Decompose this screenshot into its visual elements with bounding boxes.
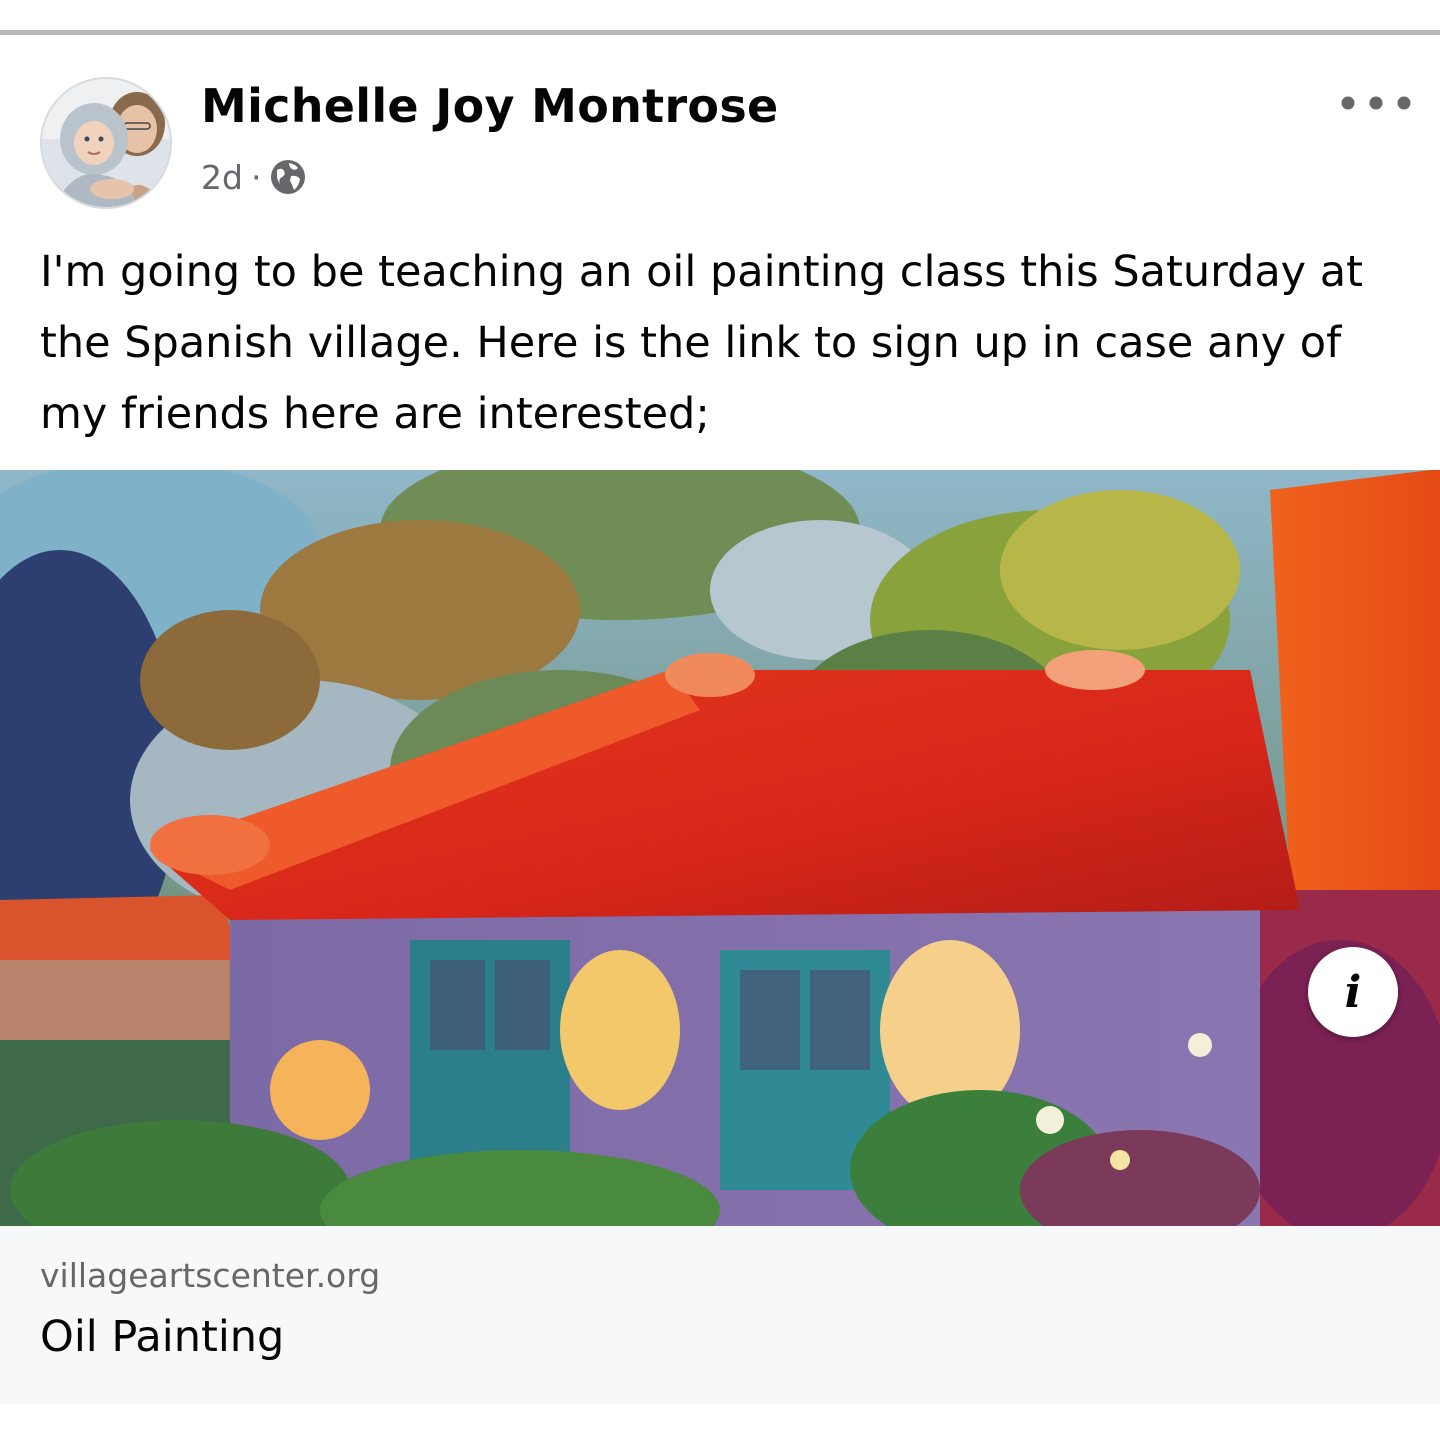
author-name[interactable]: Michelle Joy Montrose [201, 79, 779, 133]
more-horizontal-icon [1341, 96, 1411, 110]
globe-icon[interactable] [269, 158, 307, 196]
post-timestamp[interactable]: 2d [201, 158, 243, 197]
link-preview-image[interactable] [0, 470, 1440, 1226]
post-card: Michelle Joy Montrose 2d · I'm going to … [0, 35, 1440, 1440]
avatar-image [42, 79, 170, 207]
more-options-button[interactable] [1336, 83, 1416, 123]
info-button[interactable]: i [1308, 947, 1398, 1037]
post-text: I'm going to be teaching an oil painting… [40, 247, 1364, 439]
link-preview-footer[interactable]: villageartscenter.org Oil Painting [0, 1226, 1440, 1404]
info-icon: i [1344, 966, 1362, 1018]
post-meta: 2d · [201, 155, 307, 199]
painting-image [0, 470, 1440, 1226]
link-preview-card[interactable]: i villageartscenter.org Oil Painting [0, 470, 1440, 1405]
avatar[interactable] [40, 77, 172, 209]
meta-separator: · [250, 157, 262, 197]
link-domain: villageartscenter.org [40, 1256, 381, 1295]
link-title[interactable]: Oil Painting [40, 1312, 284, 1362]
